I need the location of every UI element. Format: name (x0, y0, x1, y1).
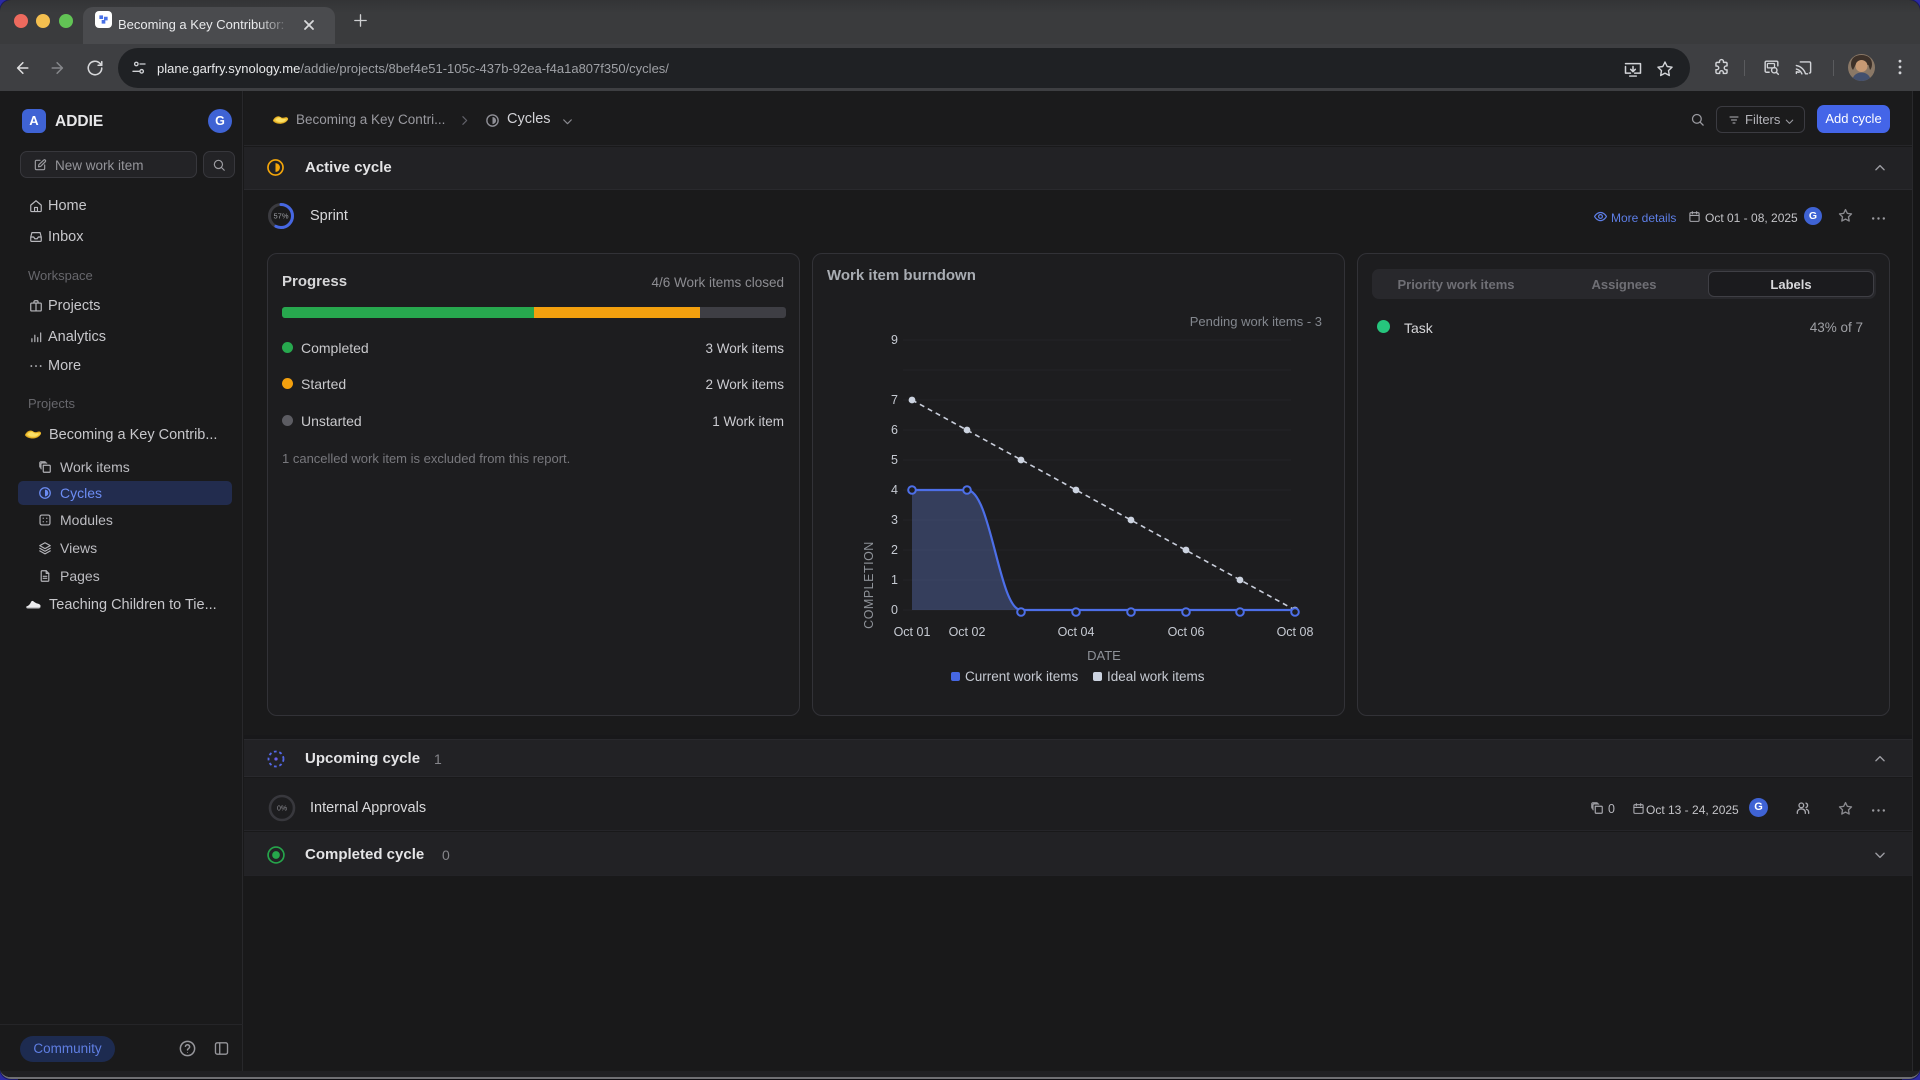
svg-text:COMPLETION: COMPLETION (862, 541, 876, 629)
svg-text:3: 3 (891, 513, 898, 527)
svg-text:0: 0 (891, 603, 898, 617)
svg-text:Oct 01: Oct 01 (894, 625, 931, 639)
svg-text:4: 4 (891, 483, 898, 497)
svg-text:2: 2 (891, 543, 898, 557)
svg-text:Ideal work items: Ideal work items (1107, 669, 1205, 684)
svg-text:Current work items: Current work items (965, 669, 1079, 684)
svg-text:Oct 08: Oct 08 (1277, 625, 1314, 639)
svg-text:0%: 0% (277, 806, 287, 813)
svg-text:DATE: DATE (1087, 648, 1121, 663)
svg-text:1: 1 (891, 573, 898, 587)
svg-text:Oct 04: Oct 04 (1058, 625, 1095, 639)
svg-text:6: 6 (891, 423, 898, 437)
svg-text:Oct 06: Oct 06 (1168, 625, 1205, 639)
svg-text:9: 9 (891, 333, 898, 347)
svg-text:Oct 02: Oct 02 (949, 625, 986, 639)
svg-text:57%: 57% (273, 212, 288, 221)
svg-text:7: 7 (891, 393, 898, 407)
svg-text:5: 5 (891, 453, 898, 467)
